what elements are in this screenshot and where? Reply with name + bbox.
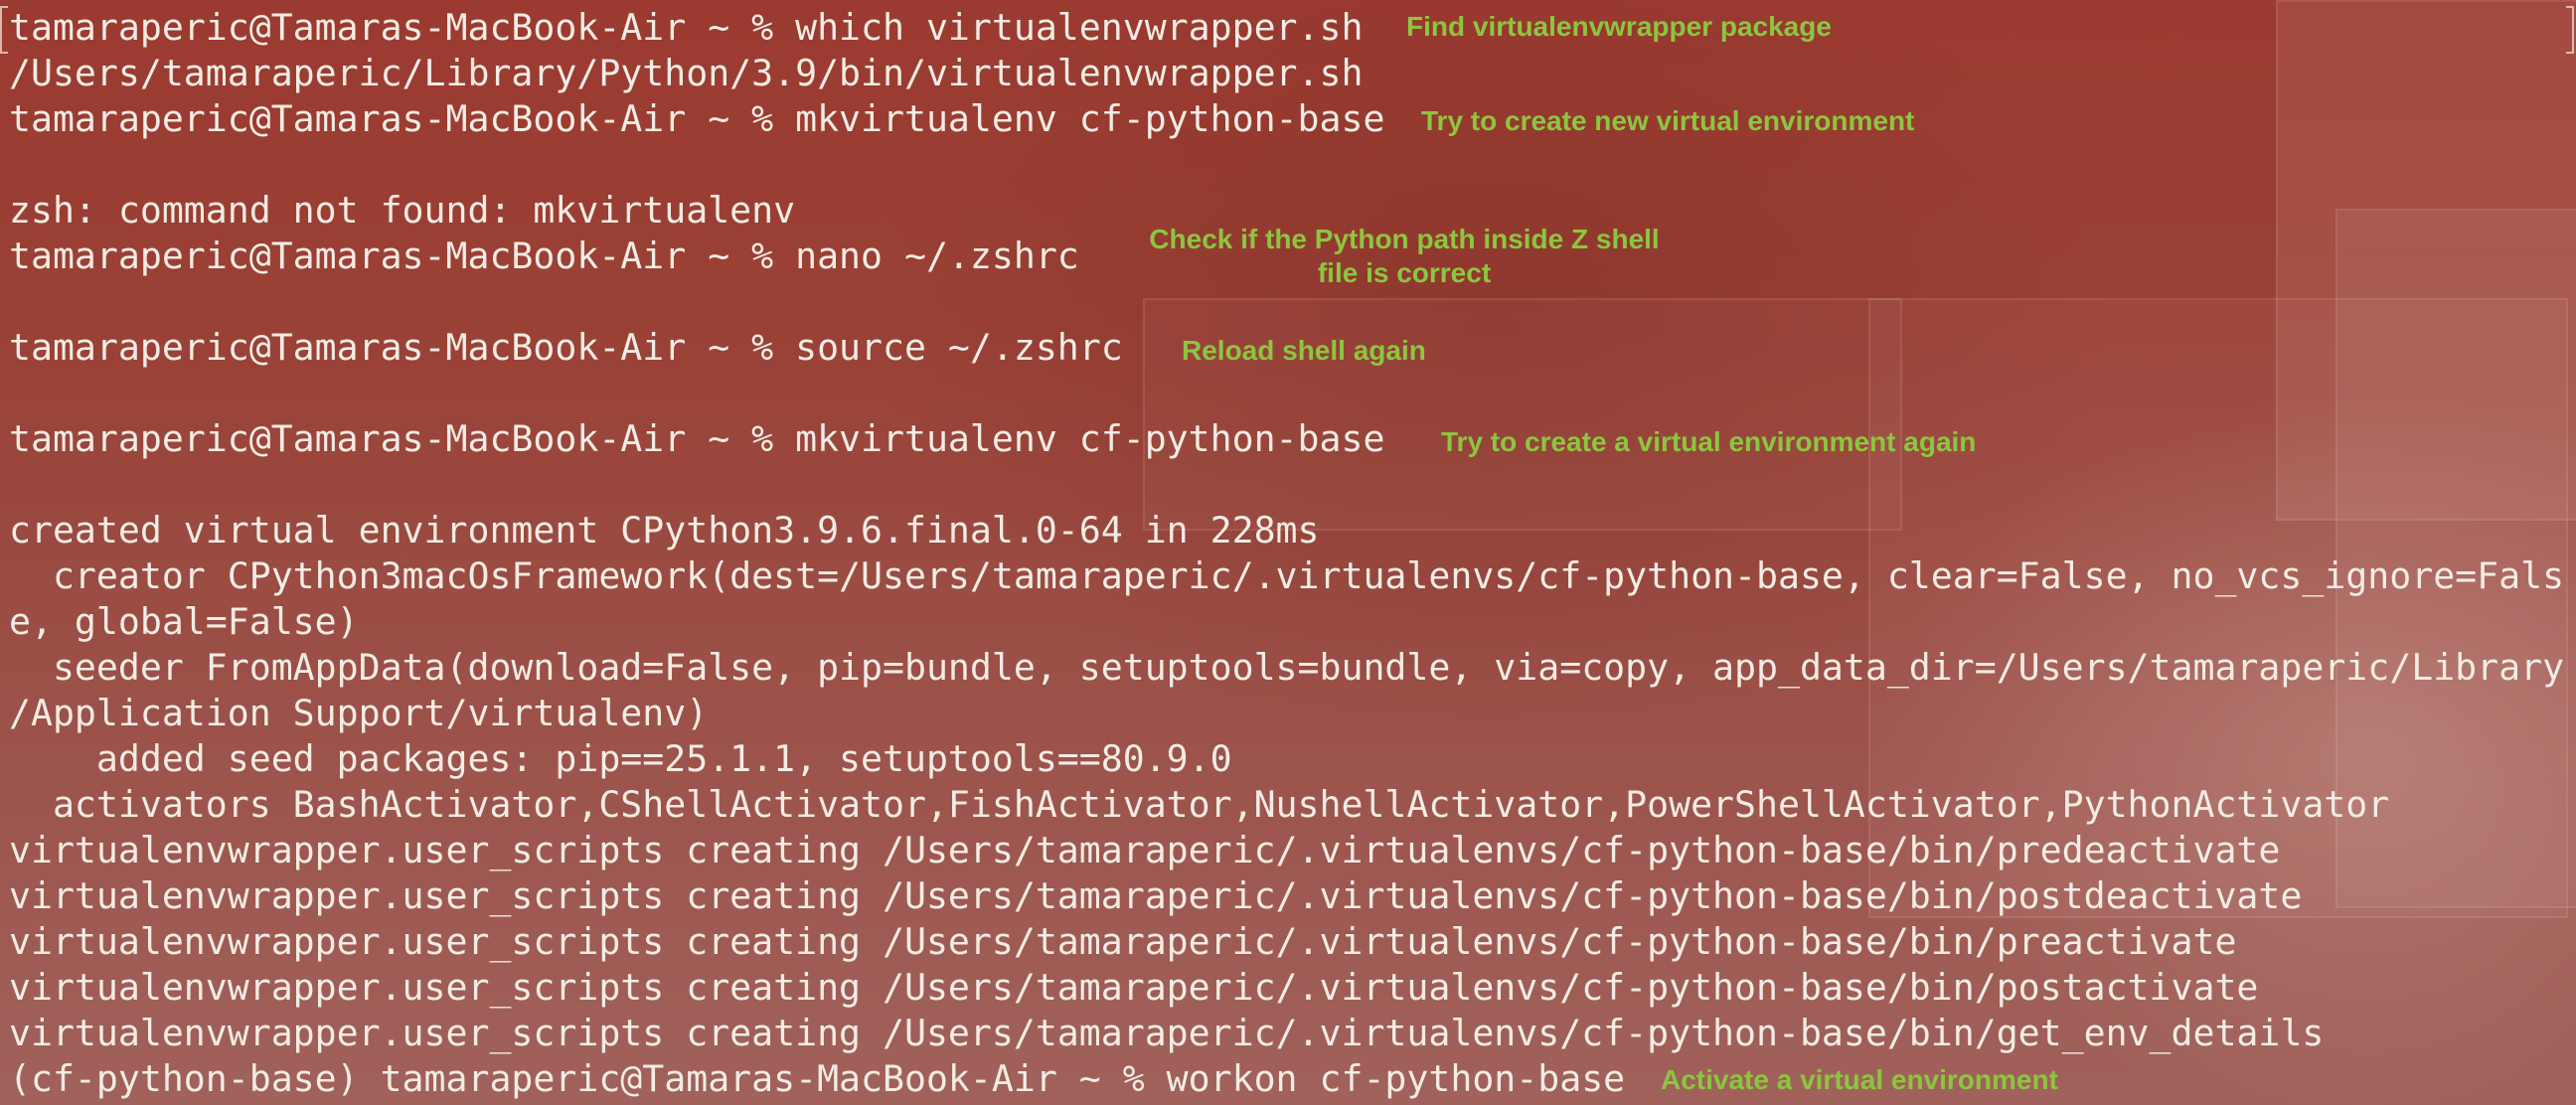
output-line: added seed packages: pip==25.1.1, setupt… [9,737,1232,780]
output-line: virtualenvwrapper.user_scripts creating … [9,1012,2325,1054]
output-line: activators BashActivator,CShellActivator… [9,783,2390,826]
command-line[interactable]: tamaraperic@Tamaras-MacBook-Air ~ % mkvi… [9,416,1384,462]
error-line: zsh: command not found: mkvirtualenv [9,189,796,232]
command-line[interactable]: tamaraperic@Tamaras-MacBook-Air ~ % nano… [9,234,1079,279]
selection-bracket-left [0,6,8,54]
output-line: e, global=False) [9,600,359,643]
command-line[interactable]: tamaraperic@Tamaras-MacBook-Air ~ % mkvi… [9,96,1384,142]
output-line: /Application Support/virtualenv) [9,692,709,734]
annotation-reload-shell: Reload shell again [1182,335,1426,366]
output-line: virtualenvwrapper.user_scripts creating … [9,874,2303,917]
output-line: creator CPython3macOsFramework(dest=/Use… [9,554,2565,597]
annotation-find-package: Find virtualenvwrapper package [1406,11,1832,42]
command-line[interactable]: (cf-python-base) tamaraperic@Tamaras-Mac… [9,1056,1625,1102]
command-line[interactable]: tamaraperic@Tamaras-MacBook-Air ~ % sour… [9,325,1123,371]
command-line[interactable]: tamaraperic@Tamaras-MacBook-Air ~ % whic… [9,5,1363,51]
output-line: virtualenvwrapper.user_scripts creating … [9,966,2259,1009]
output-line: virtualenvwrapper.user_scripts creating … [9,829,2281,871]
annotation-check-path-line1: Check if the Python path inside Z shell [1149,224,1660,254]
annotation-activate-env: Activate a virtual environment [1661,1064,2058,1095]
annotation-create-env: Try to create new virtual environment [1421,105,1915,136]
output-line: created virtual environment CPython3.9.6… [9,509,1320,552]
annotation-check-path: Check if the Python path inside Z shell … [1131,223,1678,290]
output-line: virtualenvwrapper.user_scripts creating … [9,920,2237,963]
terminal-window[interactable]: tamaraperic@Tamaras-MacBook-Air ~ % whic… [0,0,2576,1105]
output-line: seeder FromAppData(download=False, pip=b… [9,646,2565,689]
selection-bracket-right [2566,6,2574,54]
output-line: /Users/tamaraperic/Library/Python/3.9/bi… [9,52,1364,94]
annotation-check-path-line2: file is correct [1317,257,1492,288]
annotation-create-again: Try to create a virtual environment agai… [1441,426,1977,457]
